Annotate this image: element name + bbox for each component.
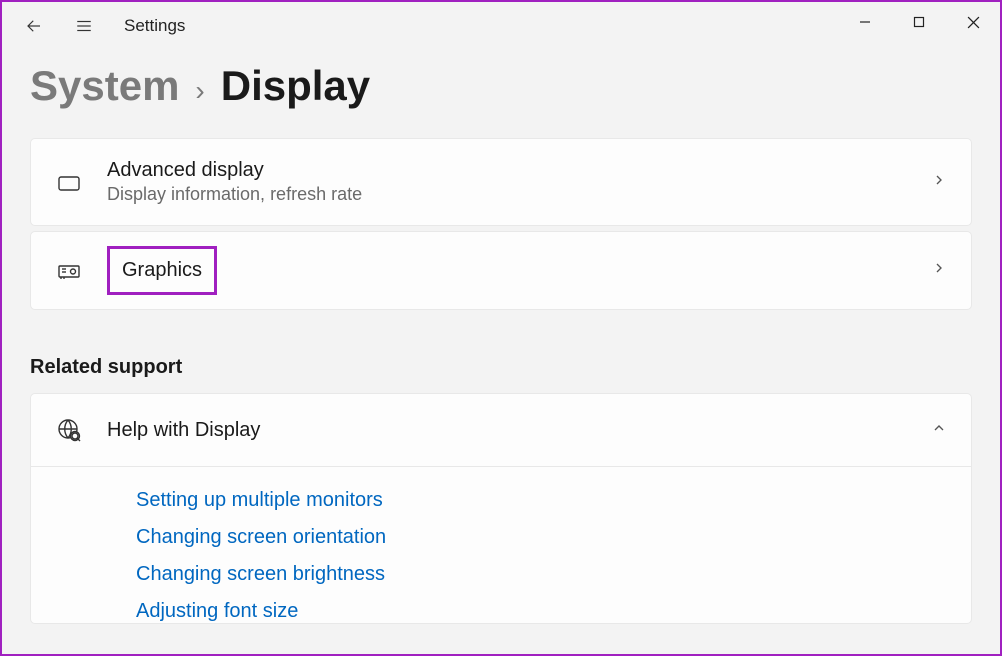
card-title: Graphics — [122, 259, 202, 281]
card-body: Advanced display Display information, re… — [107, 159, 931, 205]
help-card: Help with Display Setting up multiple mo… — [30, 393, 972, 624]
highlight-annotation: Graphics — [107, 246, 217, 295]
breadcrumb: System › Display — [30, 62, 972, 110]
help-title: Help with Display — [107, 419, 931, 442]
window-controls — [838, 2, 1000, 42]
minimize-icon — [859, 16, 871, 28]
close-icon — [967, 16, 980, 29]
maximize-icon — [913, 16, 925, 28]
help-header[interactable]: Help with Display — [31, 394, 971, 467]
app-title: Settings — [124, 16, 185, 36]
graphics-card-icon — [55, 259, 83, 283]
chevron-right-icon: › — [195, 75, 204, 107]
arrow-left-icon — [25, 17, 43, 35]
chevron-right-icon — [931, 260, 947, 281]
content-area: System › Display Advanced display Displa… — [2, 62, 1000, 624]
close-button[interactable] — [946, 2, 1000, 42]
help-links: Setting up multiple monitors Changing sc… — [31, 467, 971, 623]
help-link-multiple-monitors[interactable]: Setting up multiple monitors — [136, 489, 971, 512]
minimize-button[interactable] — [838, 2, 892, 42]
related-support-heading: Related support — [30, 356, 972, 379]
card-body: Graphics — [107, 246, 931, 295]
globe-help-icon — [55, 418, 83, 442]
help-link-screen-orientation[interactable]: Changing screen orientation — [136, 526, 971, 549]
page-title: Display — [221, 62, 370, 110]
menu-button[interactable] — [64, 6, 104, 46]
titlebar: Settings — [2, 2, 1000, 50]
advanced-display-item[interactable]: Advanced display Display information, re… — [30, 138, 972, 226]
hamburger-icon — [75, 17, 93, 35]
chevron-right-icon — [931, 172, 947, 193]
breadcrumb-parent[interactable]: System — [30, 62, 179, 110]
help-link-screen-brightness[interactable]: Changing screen brightness — [136, 563, 971, 586]
maximize-button[interactable] — [892, 2, 946, 42]
card-subtitle: Display information, refresh rate — [107, 184, 931, 205]
graphics-item[interactable]: Graphics — [30, 231, 972, 310]
back-button[interactable] — [14, 6, 54, 46]
monitor-icon — [55, 170, 83, 194]
help-link-font-size[interactable]: Adjusting font size — [136, 600, 971, 623]
chevron-up-icon — [931, 420, 947, 441]
card-title: Advanced display — [107, 159, 931, 182]
